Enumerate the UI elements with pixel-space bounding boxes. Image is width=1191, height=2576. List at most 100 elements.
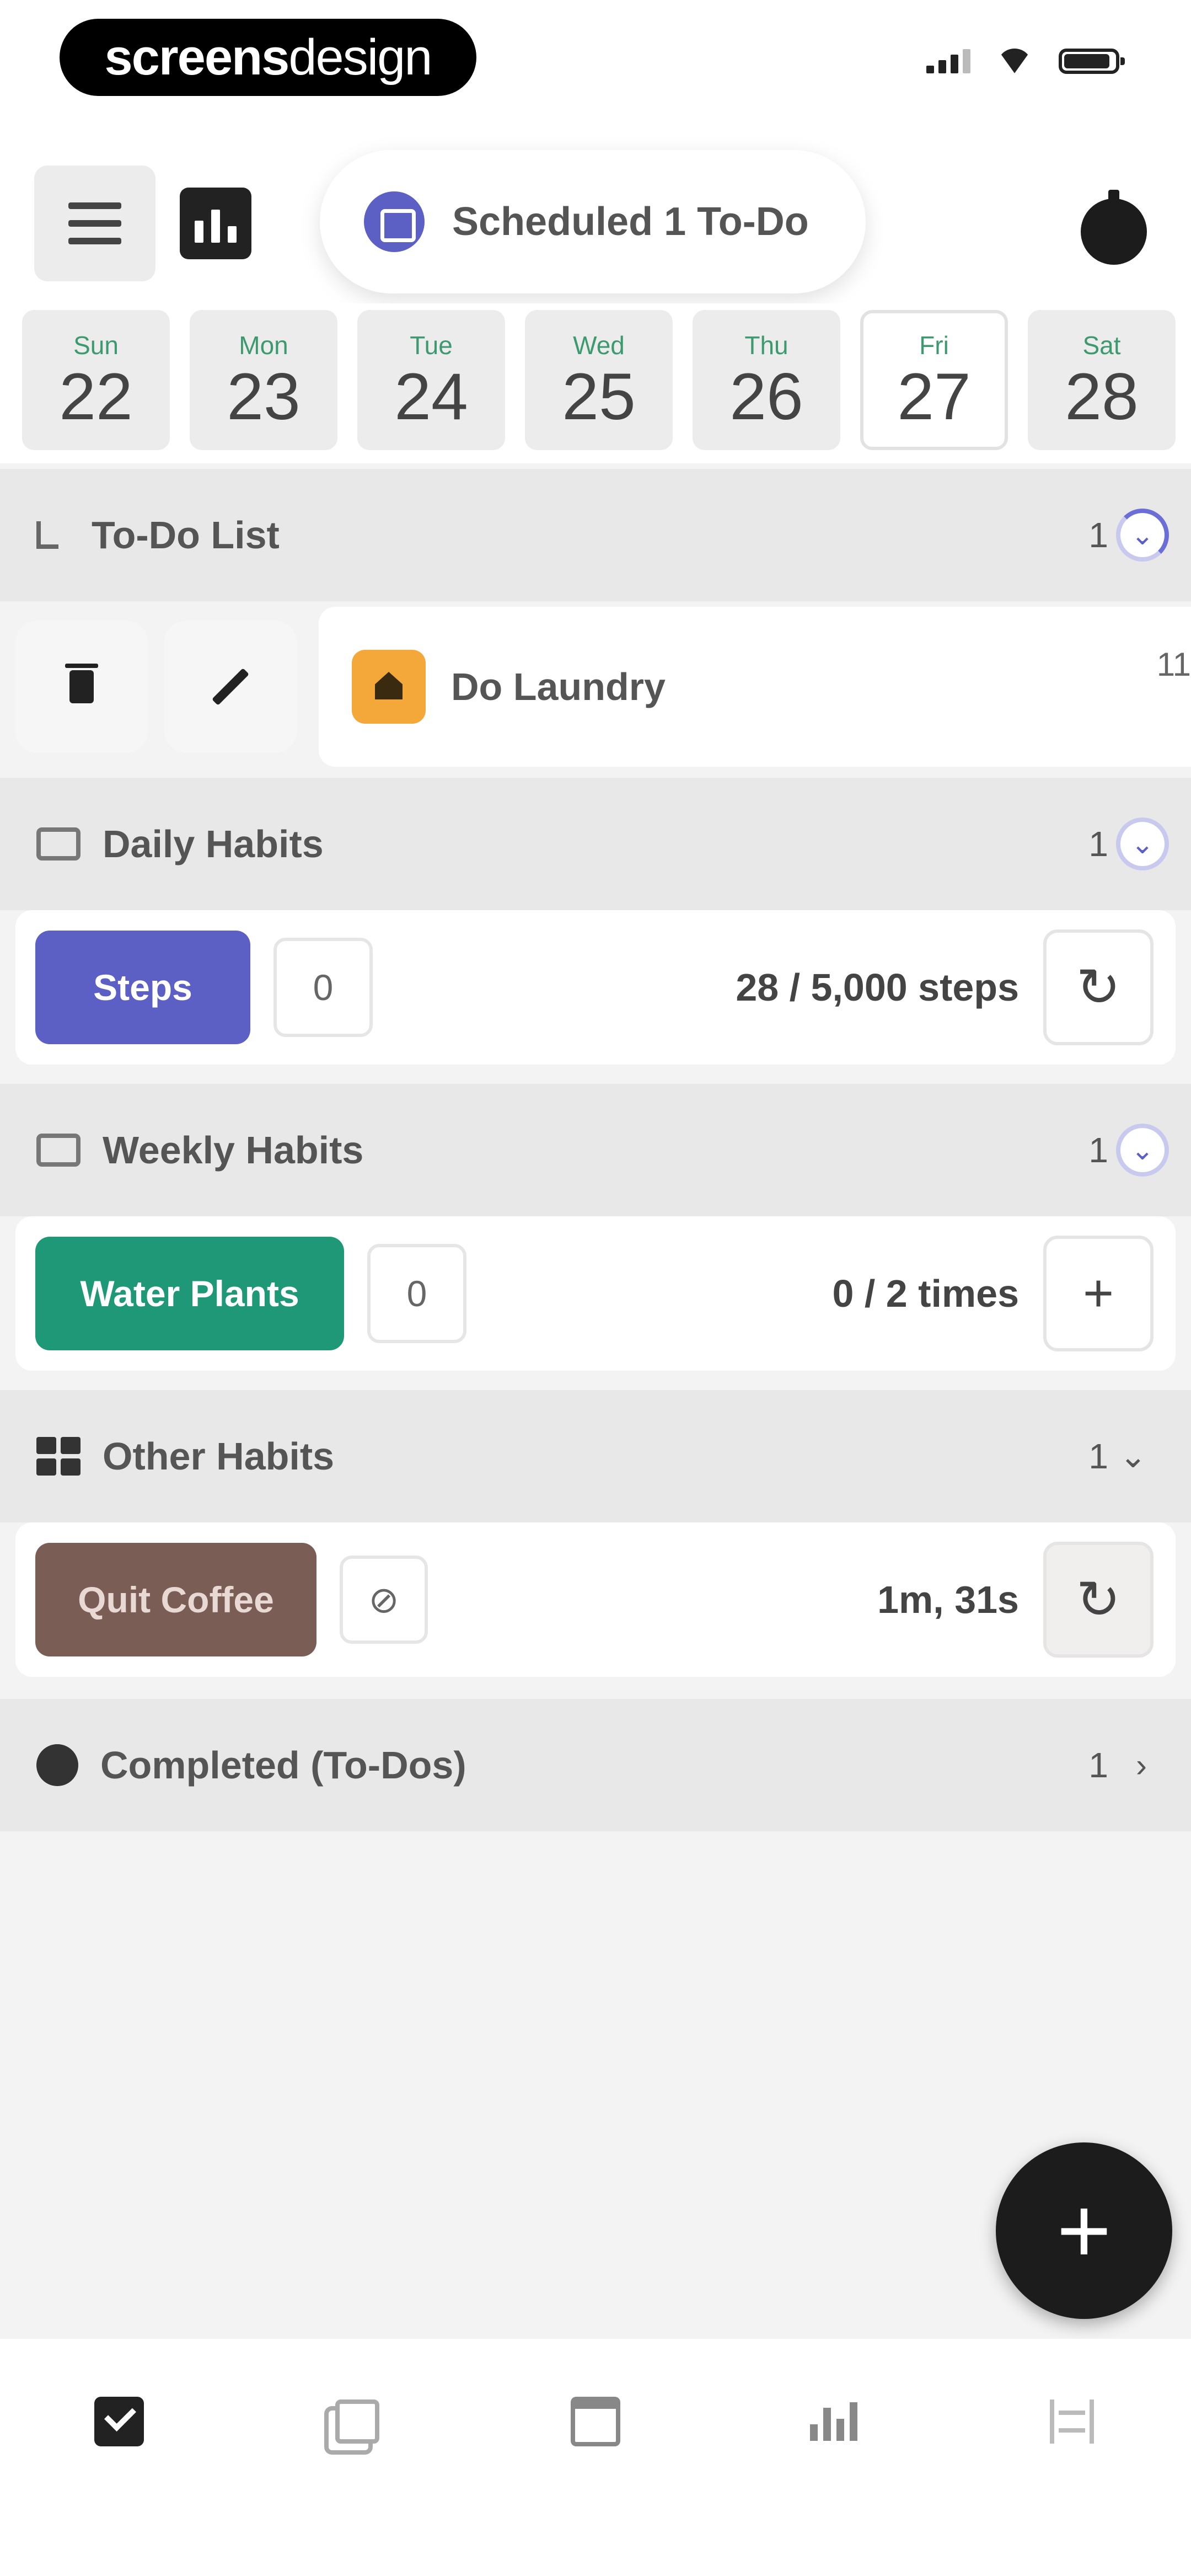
nav-stats[interactable] [801, 2388, 867, 2455]
todo-section-header[interactable]: To-Do List 1 ⌄ [0, 469, 1191, 601]
habit-row-steps: Steps 0 28 / 5,000 steps ↻ [15, 910, 1176, 1065]
habit-chip-steps[interactable]: Steps [35, 931, 250, 1044]
day-sat[interactable]: Sat 28 [1028, 310, 1176, 450]
habit-timer: 1m, 31s [877, 1578, 1019, 1621]
section-title: Completed (To-Dos) [100, 1744, 466, 1787]
brand-light: design [288, 29, 432, 85]
section-count: 1 [1088, 1130, 1108, 1170]
day-selector: Sun 22 Mon 23 Tue 24 Wed 25 Thu 26 Fri 27 Sat 2… [0, 303, 1191, 463]
habit-progress: 0 / 2 times [832, 1272, 1019, 1315]
collapse-toggle[interactable]: ⌄ [1116, 1124, 1169, 1177]
day-tue[interactable]: Tue 24 [357, 310, 505, 450]
calendar-icon [364, 191, 425, 252]
copy-icon [335, 2399, 379, 2444]
collapse-toggle[interactable]: ⌄ [1116, 509, 1169, 562]
grid-icon [36, 1437, 81, 1476]
hamburger-line [68, 220, 121, 227]
collapse-toggle[interactable]: ⌄ [1116, 817, 1169, 870]
day-name: Tue [410, 331, 453, 360]
reset-button[interactable]: ↻ [1043, 929, 1154, 1045]
day-name: Sun [73, 331, 119, 360]
refresh-icon: ↻ [1076, 958, 1121, 1017]
hamburger-line [68, 238, 121, 244]
nav-habits[interactable] [324, 2388, 390, 2455]
daily-section-header[interactable]: Daily Habits 1 ⌄ [0, 778, 1191, 910]
bar-chart-icon [195, 221, 203, 243]
day-mon[interactable]: Mon 23 [190, 310, 337, 450]
todo-item[interactable]: Do Laundry 11 [319, 607, 1191, 767]
stopwatch-icon[interactable] [1081, 190, 1147, 265]
streak-value: 0 [406, 1273, 427, 1314]
habit-chip-quit-coffee[interactable]: Quit Coffee [35, 1543, 316, 1656]
add-button[interactable]: + [1043, 1236, 1154, 1351]
day-number: 24 [394, 360, 468, 434]
weekly-section-header[interactable]: Weekly Habits 1 ⌄ [0, 1084, 1191, 1216]
section-count: 1 [1088, 1745, 1108, 1785]
hamburger-line [68, 202, 121, 209]
status-icons [926, 49, 1125, 74]
chevron-down-icon: ⌄ [1131, 1135, 1154, 1166]
section-title: Daily Habits [103, 822, 324, 865]
notification-text: Scheduled 1 To-Do [452, 200, 809, 244]
add-fab-button[interactable]: + [996, 2142, 1172, 2319]
todo-list-icon [36, 521, 58, 549]
day-name: Wed [573, 331, 625, 360]
day-number: 22 [59, 360, 133, 434]
scheduled-notification[interactable]: Scheduled 1 To-Do [320, 150, 866, 293]
nav-calendar[interactable] [562, 2388, 629, 2455]
habit-chip-water-plants[interactable]: Water Plants [35, 1237, 344, 1350]
day-number: 26 [729, 360, 803, 434]
checkbox-icon [94, 2397, 144, 2446]
home-icon [352, 650, 426, 724]
day-sun[interactable]: Sun 22 [22, 310, 170, 450]
day-number: 23 [227, 360, 301, 434]
habit-row-quit-coffee: Quit Coffee ⊘ 1m, 31s ↻ [15, 1522, 1176, 1677]
bar-chart-icon [228, 226, 237, 243]
delete-button[interactable] [15, 621, 148, 753]
chevron-down-icon[interactable]: ⌄ [1119, 1437, 1147, 1476]
section-count: 1 [1088, 1436, 1108, 1476]
refresh-icon: ↻ [1076, 1570, 1121, 1629]
day-name: Mon [239, 331, 288, 360]
section-title: Other Habits [103, 1435, 335, 1478]
todo-item-title: Do Laundry [451, 665, 666, 708]
nav-settings[interactable] [1039, 2388, 1105, 2455]
plus-icon: + [1056, 2178, 1112, 2283]
pencil-icon [212, 668, 249, 706]
chevron-down-icon: ⌄ [1131, 520, 1154, 551]
section-title: Weekly Habits [103, 1129, 364, 1172]
stats-button[interactable] [180, 188, 251, 259]
trash-icon [65, 664, 98, 703]
bottom-nav [0, 2339, 1191, 2576]
battery-icon [1059, 49, 1125, 74]
check-circle-icon [36, 1744, 78, 1786]
calendar-icon [571, 2397, 620, 2446]
habit-row-water-plants: Water Plants 0 0 / 2 times + [15, 1216, 1176, 1371]
streak-value: 0 [313, 967, 334, 1008]
edit-button[interactable] [164, 621, 297, 753]
streak-counter: 0 [273, 938, 373, 1037]
reset-button[interactable]: ↻ [1043, 1542, 1154, 1658]
day-number: 25 [562, 360, 636, 434]
other-section-header[interactable]: Other Habits 1 ⌄ [0, 1390, 1191, 1522]
chevron-right-icon[interactable]: › [1136, 1746, 1147, 1784]
wifi-icon [997, 49, 1032, 74]
weekly-habits-icon [36, 1134, 81, 1167]
menu-button[interactable] [34, 165, 155, 281]
bar-chart-icon [211, 210, 220, 243]
day-wed[interactable]: Wed 25 [525, 310, 673, 450]
day-fri-selected[interactable]: Fri 27 [860, 310, 1008, 450]
day-name: Sat [1082, 331, 1121, 360]
habit-progress: 28 / 5,000 steps [736, 966, 1019, 1009]
day-thu[interactable]: Thu 26 [693, 310, 840, 450]
streak-counter: 0 [367, 1244, 466, 1343]
day-number: 28 [1065, 360, 1139, 434]
todo-item-row: Do Laundry 11 [15, 607, 1191, 767]
day-number: 27 [897, 360, 971, 434]
completed-section-header[interactable]: Completed (To-Dos) 1 › [0, 1699, 1191, 1831]
nav-todos[interactable] [86, 2388, 152, 2455]
todo-item-time: 11 [1156, 646, 1191, 683]
brand-badge: screens design [60, 19, 476, 96]
bar-chart-icon [810, 2402, 857, 2441]
section-count: 1 [1088, 824, 1108, 864]
